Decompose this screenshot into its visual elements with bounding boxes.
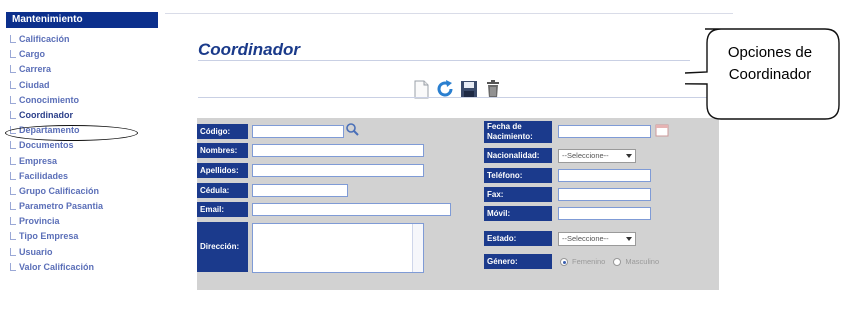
sidebar-item-coordinador[interactable]: Coordinador: [6, 108, 158, 123]
movil-input[interactable]: [558, 207, 651, 220]
apellidos-label: Apellidos:: [197, 163, 248, 178]
tree-branch-icon: [10, 80, 16, 89]
nombres-input[interactable]: [252, 144, 424, 157]
estado-label: Estado:: [484, 231, 552, 246]
email-input[interactable]: [252, 203, 451, 216]
tree-branch-icon: [10, 110, 16, 119]
tree-branch-icon: [10, 262, 16, 271]
genero-masculino-label: Masculino: [625, 257, 660, 266]
fax-input[interactable]: [558, 188, 651, 201]
fecha-nacimiento-label: Fecha de Nacimiento:: [484, 121, 552, 143]
tree-branch-icon: [10, 65, 16, 74]
textarea-scrollbar[interactable]: [412, 224, 423, 272]
tree-branch-icon: [10, 95, 16, 104]
email-label: Email:: [197, 202, 248, 217]
page-title: Coordinador: [198, 40, 300, 59]
sidebar-item-parametro-pasantia[interactable]: Parametro Pasantia: [6, 199, 158, 214]
top-divider: [165, 13, 733, 14]
sidebar-item-valor-calificacion[interactable]: Valor Calificación: [6, 260, 158, 275]
sidebar-item-carrera[interactable]: Carrera: [6, 62, 158, 77]
nacionalidad-select-value: --Seleccione--: [562, 151, 609, 160]
genero-femenino-radio[interactable]: [560, 257, 568, 266]
genero-femenino-label: Femenino: [572, 257, 606, 266]
fax-label: Fax:: [484, 187, 552, 202]
tree-branch-icon: [10, 35, 16, 43]
callout-line-2: Coordinador: [728, 66, 812, 83]
direccion-label: Dirección:: [197, 222, 248, 272]
cedula-label: Cédula:: [197, 183, 248, 198]
tree-branch-icon: [10, 50, 16, 59]
genero-radio-group: Femenino Masculino: [560, 257, 659, 266]
sidebar-item-usuario[interactable]: Usuario: [6, 245, 158, 260]
coordinador-form: Código: Nombres: Apellidos: Cédula: Emai…: [197, 118, 719, 290]
chevron-down-icon: [626, 154, 632, 158]
codigo-input[interactable]: [252, 125, 344, 138]
sidebar-item-ciudad[interactable]: Ciudad: [6, 78, 158, 93]
apellidos-input[interactable]: [252, 164, 424, 177]
sidebar-item-tipo-empresa[interactable]: Tipo Empresa: [6, 229, 158, 244]
sidebar-item-calificacion[interactable]: Calificación: [6, 32, 158, 47]
tree-branch-icon: [10, 171, 16, 180]
highlight-ellipse: [5, 125, 138, 141]
sidebar-item-grupo-calificacion[interactable]: Grupo Calificación: [6, 184, 158, 199]
cedula-input[interactable]: [252, 184, 348, 197]
direccion-textarea[interactable]: [252, 223, 424, 273]
title-divider: [198, 60, 690, 61]
tree-branch-icon: [10, 217, 16, 226]
tree-branch-icon: [10, 247, 16, 256]
estado-select[interactable]: --Seleccione--: [558, 232, 636, 246]
sidebar-menu: Calificación Cargo Carrera Ciudad Conoci…: [6, 32, 158, 275]
chevron-down-icon: [626, 237, 632, 241]
tree-branch-icon: [10, 202, 16, 211]
nacionalidad-select[interactable]: --Seleccione--: [558, 149, 636, 163]
toolbar-divider: [198, 97, 738, 98]
nombres-label: Nombres:: [197, 143, 248, 158]
sidebar-header: Mantenimiento: [6, 12, 158, 28]
sidebar-item-facilidades[interactable]: Facilidades: [6, 169, 158, 184]
genero-masculino-radio[interactable]: [613, 257, 622, 266]
fecha-nacimiento-input[interactable]: [558, 125, 651, 138]
estado-select-value: --Seleccione--: [562, 234, 609, 243]
toolbar: [410, 78, 520, 102]
telefono-label: Teléfono:: [484, 168, 552, 183]
movil-label: Móvil:: [484, 206, 552, 221]
tree-branch-icon: [10, 156, 16, 165]
tree-branch-icon: [10, 141, 16, 150]
sidebar-item-cargo[interactable]: Cargo: [6, 47, 158, 62]
sidebar-item-conocimiento[interactable]: Conocimiento: [6, 93, 158, 108]
tree-branch-icon: [10, 186, 16, 195]
calendar-icon[interactable]: [654, 122, 670, 138]
genero-label: Género:: [484, 254, 552, 269]
tree-branch-icon: [10, 232, 16, 241]
sidebar-item-empresa[interactable]: Empresa: [6, 154, 158, 169]
sidebar-item-provincia[interactable]: Provincia: [6, 214, 158, 229]
sidebar: Mantenimiento Calificación Cargo Carrera…: [6, 12, 158, 309]
callout-line-1: Opciones de: [727, 44, 813, 61]
codigo-label: Código:: [197, 124, 248, 139]
callout-text: Opciones de Coordinador: [700, 42, 840, 86]
search-icon[interactable]: [345, 122, 359, 138]
nacionalidad-label: Nacionalidad:: [484, 148, 552, 163]
telefono-input[interactable]: [558, 169, 651, 182]
